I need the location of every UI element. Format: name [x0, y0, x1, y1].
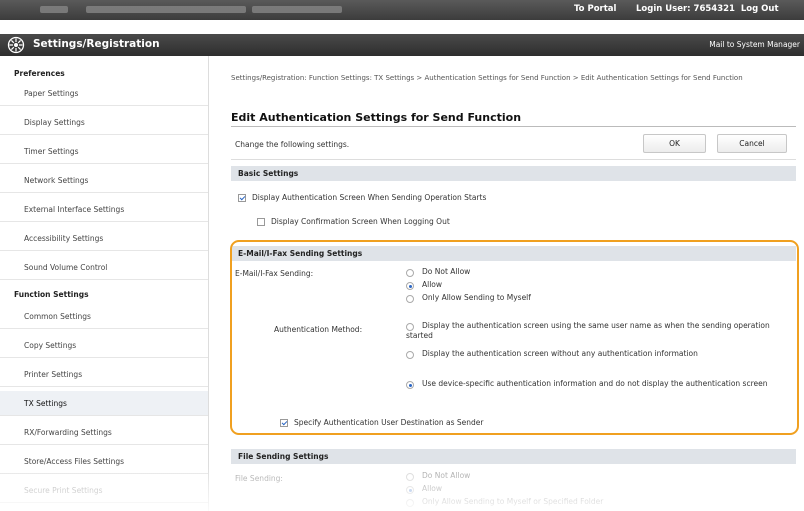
sidebar-item-label: Network Settings — [24, 176, 89, 185]
sidebar-item-sound-volume-control[interactable]: Sound Volume Control — [0, 255, 208, 280]
file-sending-option-label: Only Allow Sending to Myself or Specifie… — [422, 497, 604, 506]
sidebar-item-printer-settings[interactable]: Printer Settings — [0, 362, 208, 387]
sidebar-item-common-settings[interactable]: Common Settings — [0, 304, 208, 329]
specify-auth-user-destination-label: Specify Authentication User Destination … — [294, 418, 484, 427]
blurred-url-segment — [86, 6, 246, 13]
mail-to-system-manager-link[interactable]: Mail to System Manager — [709, 40, 800, 49]
sidebar-item-label: Common Settings — [24, 312, 91, 321]
sidebar-item-label: Secure Print Settings — [24, 486, 103, 495]
section-header-file-sending: File Sending Settings — [231, 449, 796, 464]
auth-method-option-label: Use device-specific authentication infor… — [422, 379, 768, 388]
app-title: Settings/Registration — [33, 38, 160, 50]
email-sending-do-not-allow-radio[interactable] — [406, 269, 414, 277]
specify-auth-user-destination-checkbox[interactable] — [280, 419, 288, 427]
blurred-url-segment — [252, 6, 342, 13]
sidebar-item-label: Timer Settings — [24, 147, 79, 156]
auth-method-option-label: Display the authentication screen withou… — [422, 349, 698, 358]
display-auth-screen-label: Display Authentication Screen When Sendi… — [252, 193, 487, 202]
to-portal-link[interactable]: To Portal — [574, 4, 616, 14]
display-auth-screen-checkbox[interactable] — [238, 194, 246, 202]
auth-method-option-label: Display the authentication screen using … — [406, 321, 770, 340]
settings-wheel-icon — [7, 36, 25, 54]
login-user-info: Login User: 7654321 Log Out — [636, 4, 779, 14]
sidebar-item-display-settings[interactable]: Display Settings — [0, 110, 208, 135]
main-content: Settings/Registration: Function Settings… — [209, 56, 804, 511]
sidebar-item-store-access-files-settings[interactable]: Store/Access Files Settings — [0, 449, 208, 474]
file-sending-option-label: Do Not Allow — [422, 471, 471, 480]
email-sending-option-label: Allow — [422, 280, 443, 289]
sidebar-item-network-settings[interactable]: Network Settings — [0, 168, 208, 193]
app-header: Settings/Registration Mail to System Man… — [0, 34, 804, 56]
sidebar-group-preferences: Preferences — [14, 69, 65, 78]
sidebar-item-accessibility-settings[interactable]: Accessibility Settings — [0, 226, 208, 251]
sidebar-item-rx-forwarding-settings[interactable]: RX/Forwarding Settings — [0, 420, 208, 445]
file-sending-label: File Sending: — [235, 474, 283, 483]
email-sending-option-label: Do Not Allow — [422, 267, 471, 276]
sidebar-item-external-interface-settings[interactable]: External Interface Settings — [0, 197, 208, 222]
sidebar-group-function-settings: Function Settings — [14, 290, 89, 299]
section-header-basic-settings: Basic Settings — [231, 166, 796, 181]
sidebar-item-label: TX Settings — [24, 399, 67, 408]
sidebar-item-label: RX/Forwarding Settings — [24, 428, 112, 437]
divider — [231, 159, 796, 160]
sidebar-item-label: Printer Settings — [24, 370, 83, 379]
breadcrumb: Settings/Registration: Function Settings… — [231, 74, 743, 82]
sidebar-item-label: Copy Settings — [24, 341, 77, 350]
blurred-url-segment — [40, 6, 68, 13]
display-confirmation-label: Display Confirmation Screen When Logging… — [271, 217, 450, 226]
sidebar-item-label: Paper Settings — [24, 89, 79, 98]
display-confirmation-checkbox[interactable] — [257, 218, 265, 226]
sidebar-item-label: Display Settings — [24, 118, 85, 127]
email-sending-option-label: Only Allow Sending to Myself — [422, 293, 531, 302]
file-sending-option-label: Allow — [422, 484, 443, 493]
sidebar-item-label: External Interface Settings — [24, 205, 125, 214]
ok-button[interactable]: OK — [643, 134, 706, 153]
email-ifax-sending-label: E-Mail/I-Fax Sending: — [235, 269, 314, 278]
file-sending-only-myself-radio[interactable] — [406, 499, 414, 507]
sidebar-item-copy-settings[interactable]: Copy Settings — [0, 333, 208, 358]
login-user-label: Login User: 7654321 — [636, 4, 735, 14]
email-sending-only-myself-radio[interactable] — [406, 295, 414, 303]
logout-link[interactable]: Log Out — [741, 4, 779, 14]
sidebar-item-timer-settings[interactable]: Timer Settings — [0, 139, 208, 164]
file-sending-do-not-allow-radio[interactable] — [406, 473, 414, 481]
sidebar-item-label: Sound Volume Control — [24, 263, 108, 272]
sidebar-item-label: Accessibility Settings — [24, 234, 104, 243]
instruction-text: Change the following settings. — [235, 140, 350, 149]
email-sending-allow-radio[interactable] — [406, 282, 414, 290]
sidebar: Preferences Paper Settings Display Setti… — [0, 56, 209, 511]
top-bar: To Portal Login User: 7654321 Log Out — [0, 0, 804, 20]
title-divider — [231, 126, 796, 127]
authentication-method-label: Authentication Method: — [274, 325, 363, 334]
sidebar-item-secure-print-settings[interactable]: Secure Print Settings — [0, 478, 208, 503]
file-sending-allow-radio[interactable] — [406, 486, 414, 494]
sidebar-item-paper-settings[interactable]: Paper Settings — [0, 81, 208, 106]
page-title: Edit Authentication Settings for Send Fu… — [231, 111, 522, 124]
sidebar-item-label: Store/Access Files Settings — [24, 457, 125, 466]
section-header-email-ifax-sending: E-Mail/I-Fax Sending Settings — [231, 246, 796, 261]
cancel-button[interactable]: Cancel — [717, 134, 787, 153]
sidebar-item-tx-settings[interactable]: TX Settings — [0, 391, 208, 416]
